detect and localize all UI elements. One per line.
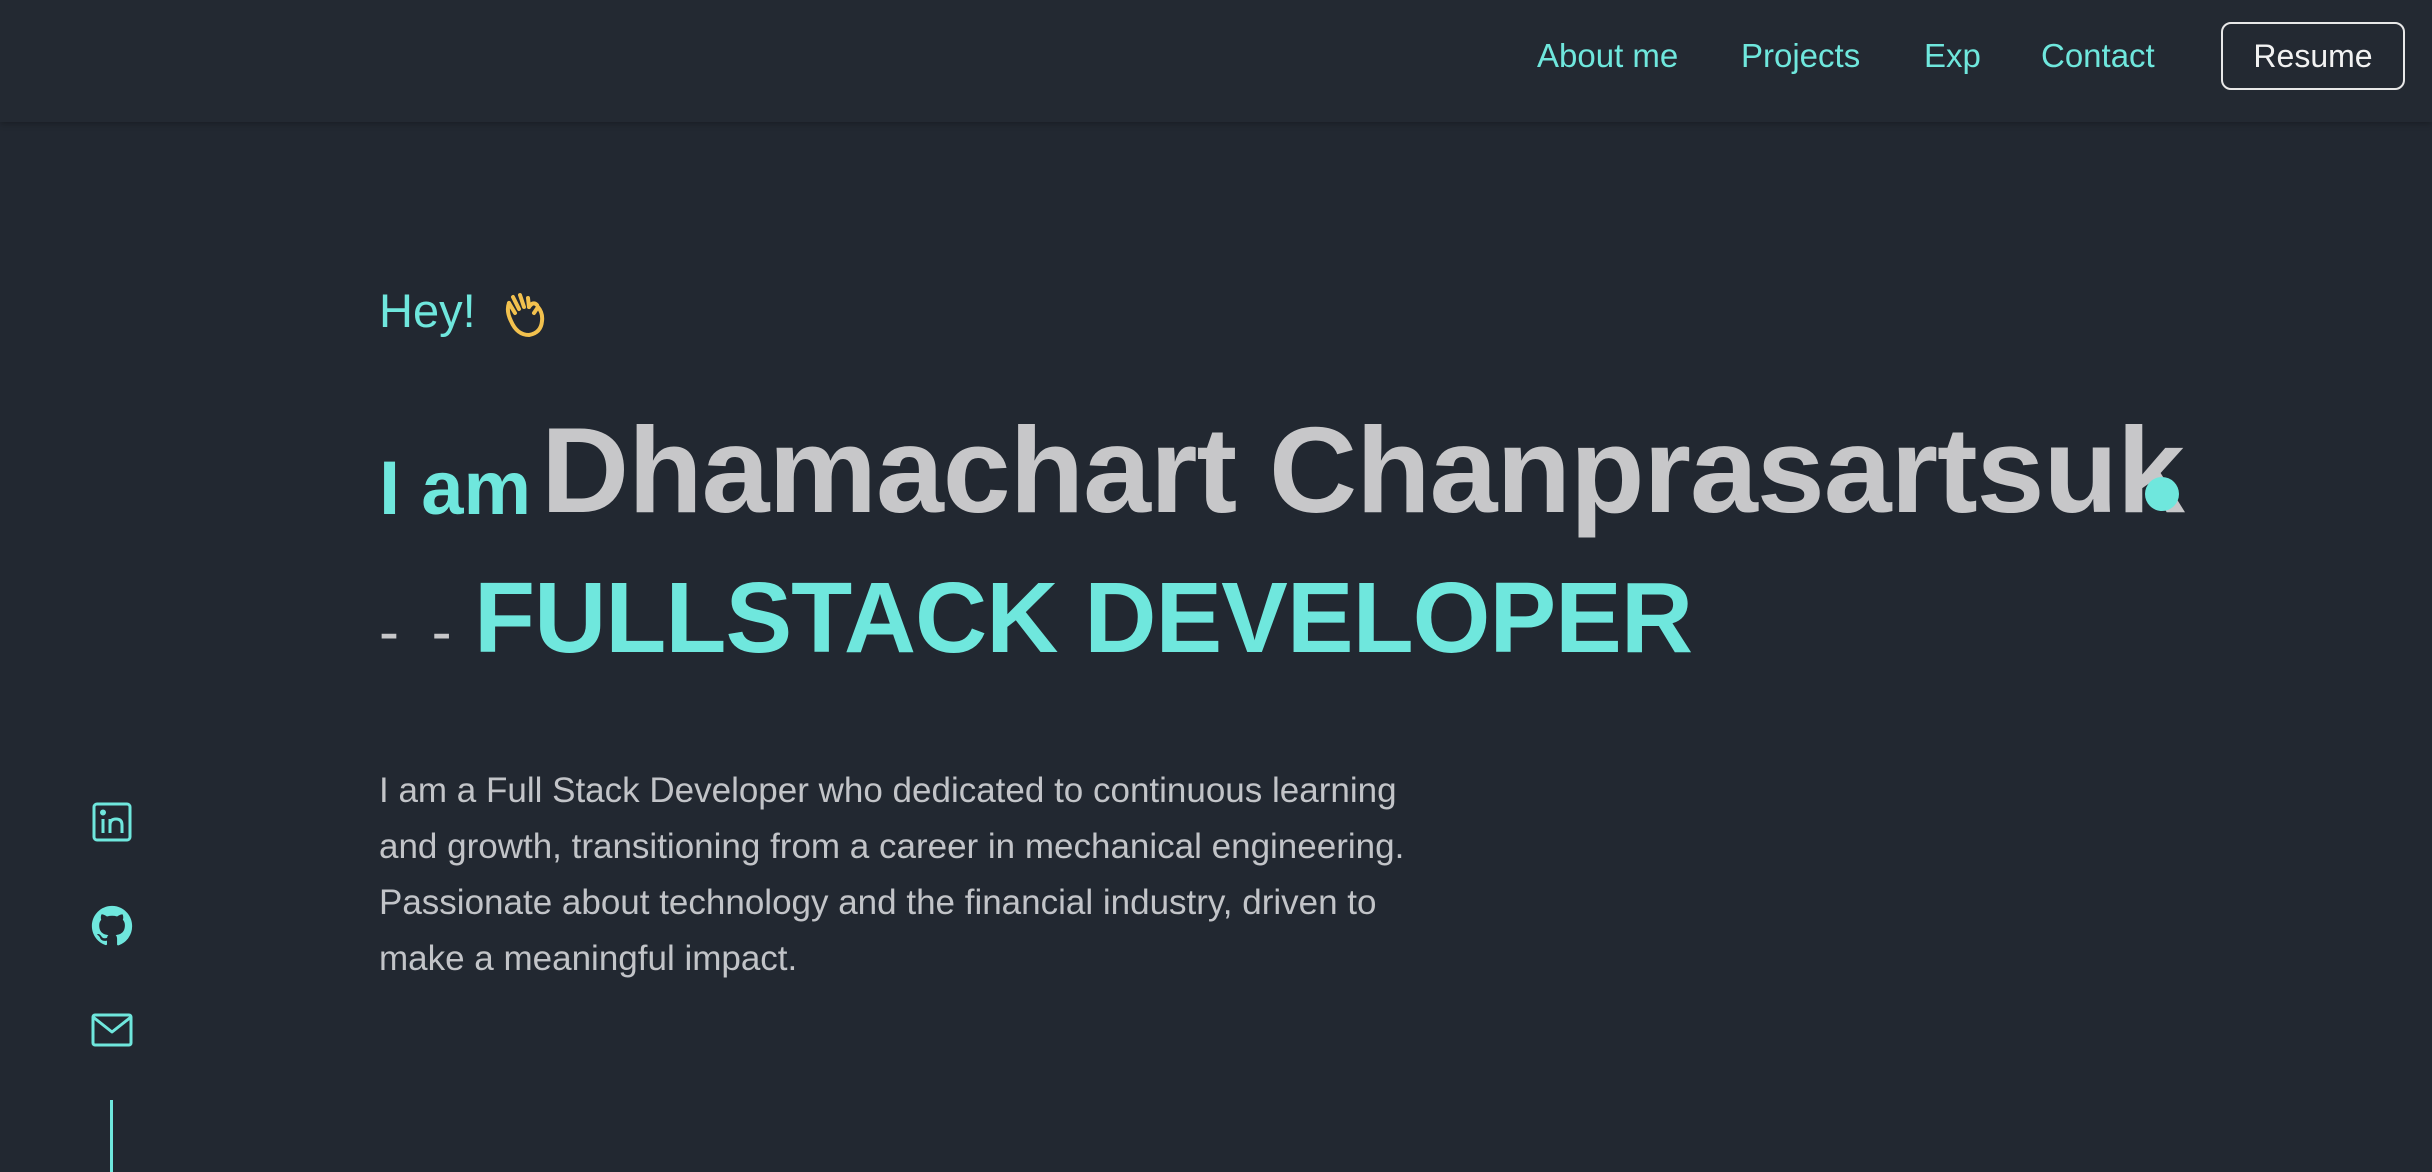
name-heading: Dhamachart Chanprasartsuk bbox=[541, 402, 2185, 538]
github-icon bbox=[91, 905, 133, 952]
waving-hand-icon bbox=[503, 291, 547, 339]
navbar: About me Projects Exp Contact Resume bbox=[0, 0, 2432, 122]
nav-link-contact[interactable]: Contact bbox=[2041, 34, 2155, 78]
mail-icon bbox=[91, 1013, 133, 1052]
social-divider-line bbox=[110, 1100, 113, 1172]
role-title: FULLSTACK DEVELOPER bbox=[474, 562, 1693, 674]
nav-link-projects[interactable]: Projects bbox=[1741, 34, 1860, 78]
greeting-text: Hey! bbox=[379, 284, 476, 337]
bio-paragraph: I am a Full Stack Developer who dedicate… bbox=[379, 771, 1405, 978]
intro-text: I am bbox=[379, 446, 532, 531]
role-prefix: - - bbox=[379, 598, 460, 665]
nav-link-exp[interactable]: Exp bbox=[1924, 34, 1981, 78]
email-link[interactable] bbox=[86, 1006, 138, 1058]
linkedin-link[interactable] bbox=[86, 798, 138, 850]
linkedin-icon bbox=[92, 802, 132, 847]
github-link[interactable] bbox=[86, 902, 138, 954]
nav-link-about-me[interactable]: About me bbox=[1537, 34, 1678, 78]
accent-dot bbox=[2145, 477, 2179, 511]
resume-button[interactable]: Resume bbox=[2221, 22, 2405, 90]
greeting: Hey! bbox=[379, 280, 547, 342]
